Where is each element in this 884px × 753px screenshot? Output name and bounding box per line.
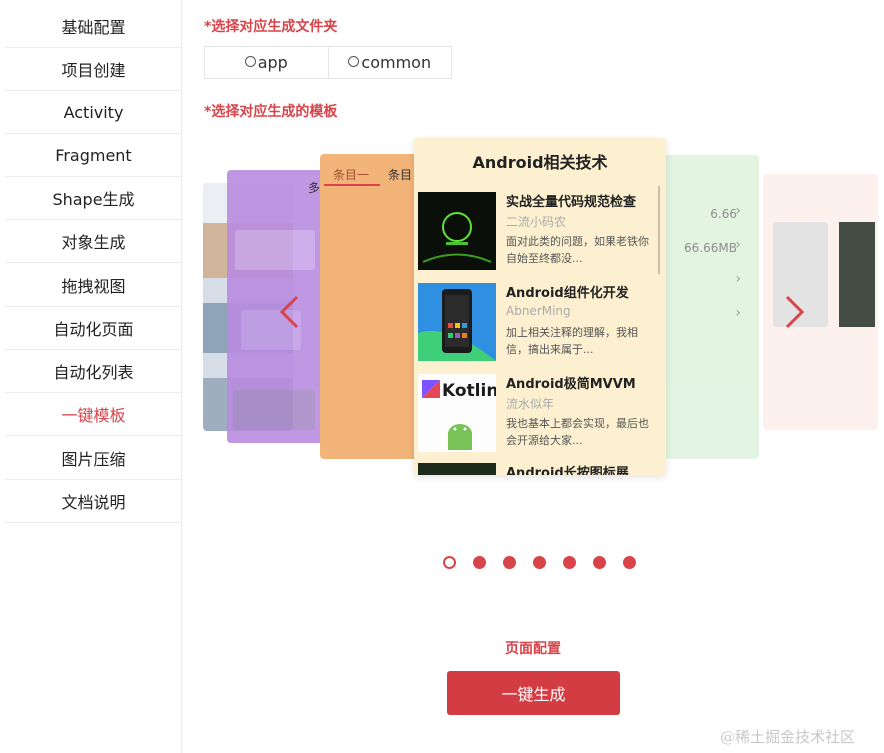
page-config-link[interactable]: 页面配置 — [505, 638, 561, 658]
sidebar-item-fragment[interactable]: Fragment — [5, 134, 182, 177]
carousel-dot[interactable] — [533, 556, 546, 569]
folder-option-common[interactable]: common — [327, 47, 452, 78]
article-item[interactable]: Android长按图标展 — [418, 459, 658, 475]
main-card-title: Android相关技术 — [472, 153, 608, 172]
article-item[interactable]: 实战全量代码规范检查 二流小码农 面对此类的问题，如果老铁你自始至终都没... — [418, 188, 658, 274]
green-row-value: 66.66MB — [684, 241, 737, 255]
template-carousel: 条目一 条目 多 6.66 66.66MB › › › › Android相关技… — [200, 130, 884, 480]
article-thumbnail — [418, 463, 496, 475]
orange-card-tab: 条目 — [388, 168, 413, 182]
chevron-right-icon: › — [735, 237, 741, 253]
article-title: Android长按图标展 — [506, 466, 629, 475]
sidebar-item-basic-config[interactable]: 基础配置 — [5, 5, 182, 48]
carousel-dot[interactable] — [443, 556, 456, 569]
article-title: Android组件化开发 — [506, 286, 629, 301]
folder-option-app[interactable]: app — [205, 47, 328, 78]
carousel-dot[interactable] — [503, 556, 516, 569]
chevron-right-icon — [785, 295, 805, 329]
green-row-value: 6.66 — [710, 207, 737, 221]
chevron-left-icon — [279, 295, 299, 329]
article-title: Android极简MVVM — [506, 377, 636, 392]
sidebar-nav: 基础配置 项目创建 Activity Fragment Shape生成 对象生成… — [0, 0, 182, 753]
template-card-main[interactable]: Android相关技术 实战全量代码规范检查 二流小码农 面对此类的问题，如果老… — [414, 138, 666, 475]
folder-section-title: *选择对应生成文件夹 — [204, 19, 338, 35]
folder-option-label: app — [257, 53, 288, 72]
chevron-right-icon: › — [735, 271, 741, 287]
template-card-green[interactable]: 6.66 66.66MB › › › › — [655, 155, 759, 459]
template-card-orange[interactable]: 条目一 条目 — [320, 154, 425, 459]
carousel-prev-button[interactable] — [278, 295, 300, 329]
article-thumbnail: Kotlin — [418, 374, 496, 452]
main-card-scrollbar[interactable] — [658, 186, 660, 274]
folder-option-label: common — [361, 53, 432, 72]
sidebar-item-shape[interactable]: Shape生成 — [5, 177, 182, 220]
sidebar-item-docs[interactable]: 文档说明 — [5, 480, 182, 523]
article-author: 二流小码农 — [506, 215, 567, 229]
article-thumbnail — [418, 192, 496, 270]
sidebar-item-image-compress[interactable]: 图片压缩 — [5, 437, 182, 480]
sidebar-item-auto-list[interactable]: 自动化列表 — [5, 350, 182, 393]
carousel-next-button[interactable] — [784, 295, 806, 329]
article-author: AbnerMing — [506, 304, 571, 318]
sidebar-item-object[interactable]: 对象生成 — [5, 220, 182, 263]
article-item[interactable]: Kotlin Android极简MVVM 流水似年 我也基本上都会实现，最后也会… — [418, 370, 658, 456]
carousel-dot[interactable] — [473, 556, 486, 569]
article-desc: 面对此类的问题，如果老铁你自始至终都没... — [506, 235, 649, 265]
chevron-right-icon: › — [735, 203, 741, 219]
radio-circle-icon — [348, 55, 360, 67]
folder-radio-group: app common — [204, 46, 452, 79]
carousel-dot[interactable] — [623, 556, 636, 569]
orange-card-tab: 条目一 — [333, 168, 370, 182]
article-title: 实战全量代码规范检查 — [506, 195, 637, 210]
sidebar-item-one-click-template[interactable]: 一键模板 — [5, 393, 182, 436]
sidebar-item-project-create[interactable]: 项目创建 — [5, 48, 182, 91]
orange-card-side-text: 多 — [308, 181, 321, 195]
article-desc: 我也基本上都会实现，最后也会开源给大家... — [506, 417, 649, 447]
carousel-dot[interactable] — [563, 556, 576, 569]
orange-tab-indicator — [324, 184, 380, 186]
article-desc: 加上相关注释的理解，我相信，搞出来属于... — [506, 326, 638, 356]
generate-button[interactable]: 一键生成 — [447, 671, 620, 715]
article-item[interactable]: Android组件化开发 AbnerMing 加上相关注释的理解，我相信，搞出来… — [418, 279, 658, 365]
sidebar-item-auto-page[interactable]: 自动化页面 — [5, 307, 182, 350]
article-author: 流水似年 — [506, 397, 555, 411]
template-section-title: *选择对应生成的模板 — [204, 104, 338, 120]
carousel-pagination — [443, 556, 636, 569]
radio-circle-icon — [244, 55, 256, 67]
template-card-far-right[interactable] — [763, 174, 878, 430]
watermark: @稀土掘金技术社区 — [720, 728, 856, 746]
chevron-right-icon: › — [735, 305, 741, 321]
carousel-dot[interactable] — [593, 556, 606, 569]
article-thumbnail — [418, 283, 496, 361]
sidebar-item-activity[interactable]: Activity — [5, 91, 182, 134]
sidebar-item-drag-view[interactable]: 拖拽视图 — [5, 264, 182, 307]
kotlin-logo-text: Kotlin — [442, 381, 496, 401]
